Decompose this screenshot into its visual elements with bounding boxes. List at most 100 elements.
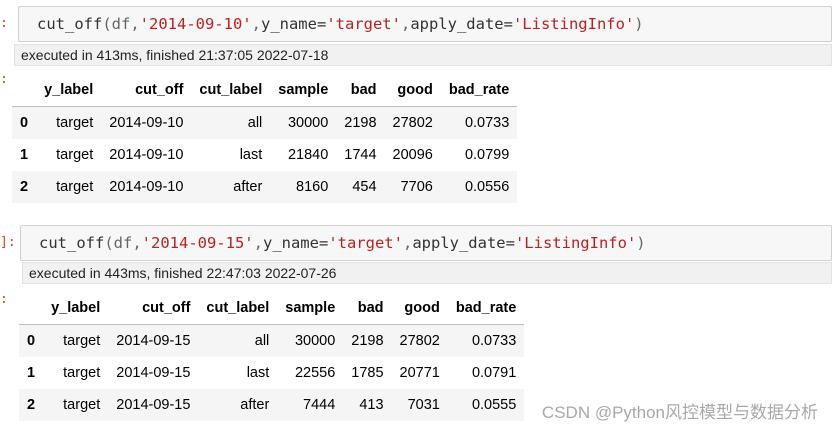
code-date-string: '2014-09-10': [139, 15, 252, 33]
column-header: [12, 74, 37, 107]
code-function: cut_off: [39, 234, 105, 252]
row-index: 0: [27, 333, 36, 349]
table-cell: 7706: [400, 179, 433, 195]
table-cell: 1785: [351, 365, 384, 381]
table-cell: 2014-09-15: [116, 365, 191, 381]
table-cell: last: [239, 147, 263, 163]
column-header: bad_rate: [440, 74, 518, 107]
table-cell: 7444: [303, 397, 336, 413]
table-cell: 0.0791: [471, 365, 517, 381]
table-cell: target: [63, 365, 101, 381]
input-prompt: ]:: [0, 235, 16, 250]
code-comma: ,: [400, 15, 411, 33]
code-args-open: (df,: [104, 234, 142, 252]
table-row: 1 target 2014-09-15 last 22556 1785 2077…: [19, 357, 524, 389]
execution-time-info: executed in 413ms, finished 21:37:05 202…: [14, 44, 832, 66]
code-input-cell[interactable]: cut_off(df,'2014-09-10',y_name='target',…: [18, 6, 832, 42]
table-cell: 27802: [399, 333, 440, 349]
code-yname-string: 'target': [328, 234, 403, 252]
table-row: 0 target 2014-09-10 all 30000 2198 27802…: [12, 106, 518, 139]
table-cell: all: [254, 333, 270, 349]
table-cell: target: [63, 333, 101, 349]
column-header: cut_off: [101, 74, 192, 107]
table-cell: last: [246, 365, 270, 381]
table-cell: 7031: [407, 397, 440, 413]
table-cell: 22556: [294, 365, 336, 381]
table-row: 0 target 2014-09-15 all 30000 2198 27802…: [19, 324, 525, 357]
table-cell: 21840: [287, 147, 329, 163]
table-cell: 0.0733: [464, 115, 510, 131]
table-cell: 20096: [392, 147, 433, 163]
dataframe-output-table: y_label cut_off cut_label sample bad goo…: [19, 292, 525, 421]
code-args-close: ): [634, 15, 644, 33]
column-header: [19, 292, 44, 325]
table-cell: 30000: [294, 333, 336, 349]
column-header: good: [391, 292, 448, 325]
code-yname-string: 'target': [326, 15, 401, 33]
row-index: 1: [27, 365, 36, 381]
column-header: cut_label: [198, 292, 278, 325]
column-header: sample: [277, 292, 344, 325]
table-cell: 0.0555: [471, 397, 517, 413]
column-header: cut_off: [108, 292, 199, 325]
dataframe-output-table: y_label cut_off cut_label sample bad goo…: [12, 74, 518, 203]
table-cell: target: [56, 179, 94, 195]
code-kwarg-applydate: apply_date=: [412, 234, 515, 252]
table-cell: after: [233, 179, 263, 195]
code-applydate-string: 'ListingInfo': [514, 234, 637, 252]
table-cell: after: [240, 397, 270, 413]
table-cell: 0.0556: [464, 179, 510, 195]
table-cell: 2198: [351, 333, 384, 349]
table-cell: 27802: [392, 115, 433, 131]
column-header: sample: [270, 74, 337, 107]
code-kwarg-applydate: apply_date=: [410, 15, 513, 33]
code-input-cell[interactable]: cut_off(df,'2014-09-15',y_name='target',…: [20, 225, 832, 261]
code-kwarg-yname: y_name=: [260, 15, 327, 33]
code-args-open: (df,: [102, 15, 140, 33]
row-index: 2: [27, 397, 36, 413]
code-comma: ,: [251, 15, 261, 33]
table-cell: 2014-09-15: [116, 397, 191, 413]
code-applydate-string: 'ListingInfo': [512, 15, 635, 33]
column-header: y_label: [36, 74, 102, 107]
code-date-string: '2014-09-15': [141, 234, 254, 252]
output-prompt: :: [0, 292, 8, 307]
csdn-watermark: CSDN @Python风控模型与数据分析: [541, 403, 818, 422]
table-cell: target: [63, 397, 101, 413]
row-index: 0: [20, 115, 29, 131]
table-cell: target: [56, 147, 94, 163]
table-cell: 0.0799: [464, 147, 510, 163]
table-cell: 2014-09-10: [109, 179, 184, 195]
table-header-row: y_label cut_off cut_label sample bad goo…: [19, 292, 525, 325]
table-cell: 8160: [296, 179, 329, 195]
table-cell: 454: [352, 179, 377, 195]
code-function: cut_off: [37, 15, 103, 33]
table-cell: 2014-09-15: [116, 333, 191, 349]
column-header: cut_label: [191, 74, 271, 107]
input-prompt: :: [0, 16, 8, 31]
table-cell: 1744: [344, 147, 377, 163]
table-header-row: y_label cut_off cut_label sample bad goo…: [12, 74, 518, 107]
table-row: 2 target 2014-09-15 after 7444 413 7031 …: [19, 389, 525, 421]
code-kwarg-yname: y_name=: [262, 234, 329, 252]
code-comma: ,: [253, 234, 263, 252]
table-cell: 2014-09-10: [109, 147, 184, 163]
column-header: bad: [343, 292, 392, 325]
row-index: 1: [20, 147, 29, 163]
column-header: good: [384, 74, 441, 107]
table-cell: 413: [359, 397, 384, 413]
column-header: bad_rate: [447, 292, 525, 325]
table-cell: 20771: [399, 365, 440, 381]
column-header: bad: [336, 74, 385, 107]
output-prompt: :: [0, 72, 8, 87]
table-cell: 0.0733: [471, 333, 517, 349]
table-cell: 30000: [287, 115, 329, 131]
execution-time-info: executed in 443ms, finished 22:47:03 202…: [22, 262, 832, 284]
table-cell: all: [247, 115, 263, 131]
code-args-close: ): [636, 234, 646, 252]
row-index: 2: [20, 179, 29, 195]
table-cell: 2198: [344, 115, 377, 131]
table-row: 1 target 2014-09-10 last 21840 1744 2009…: [12, 139, 517, 171]
table-cell: target: [56, 115, 94, 131]
code-comma: ,: [402, 234, 413, 252]
